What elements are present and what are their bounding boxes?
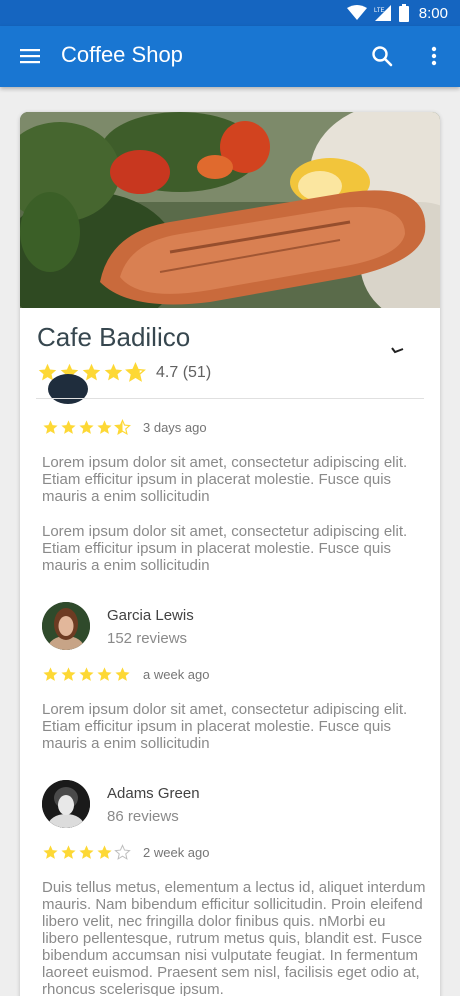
reviewer-name[interactable]: Adams Green <box>107 785 200 802</box>
review-meta: 2 week ago <box>42 844 210 861</box>
more-vert-icon <box>431 46 437 66</box>
hero-food-image <box>20 112 440 308</box>
star-icon <box>61 845 76 859</box>
review-rating-stars <box>42 844 131 861</box>
more-options-button[interactable] <box>422 44 446 68</box>
star-half-icon <box>114 419 131 436</box>
search-icon <box>372 46 393 67</box>
star-icon <box>97 420 112 434</box>
divider <box>36 398 424 399</box>
app-title: Coffee Shop <box>61 42 183 67</box>
review-text: Lorem ipsum dolor sit amet, consectetur … <box>42 454 408 505</box>
star-icon <box>115 667 130 681</box>
reviewer-name[interactable]: Garcia Lewis <box>107 607 194 624</box>
review-text: Lorem ipsum dolor sit amet, consectetur … <box>42 523 408 574</box>
star-icon <box>61 667 76 681</box>
avatar <box>42 780 90 828</box>
status-icons: LTE 8:00 <box>346 4 448 22</box>
review-time: 3 days ago <box>143 420 207 435</box>
star-icon <box>43 667 58 681</box>
star-icon <box>97 845 112 859</box>
star-icon <box>79 420 94 434</box>
star-icon <box>79 845 94 859</box>
star-half-icon <box>125 362 146 382</box>
review-meta: a week ago <box>42 666 210 683</box>
review-time: a week ago <box>143 667 210 682</box>
review-rating-stars <box>42 419 131 436</box>
menu-icon <box>20 49 40 64</box>
review-meta: 3 days ago <box>42 419 207 436</box>
place-card: Cafe Badilico 4.7 (51) 3 days ago Lorem … <box>20 112 440 996</box>
battery-icon <box>398 4 409 22</box>
status-bar: LTE 8:00 <box>0 0 460 26</box>
star-outline-icon <box>114 844 131 860</box>
star-icon <box>43 845 58 859</box>
search-button[interactable] <box>370 44 394 68</box>
wifi-icon <box>346 5 367 20</box>
place-rating-text: 4.7 (51) <box>156 363 212 381</box>
collapse-toggle[interactable] <box>386 338 410 362</box>
star-icon <box>79 667 94 681</box>
place-name: Cafe Badilico <box>37 322 191 352</box>
review-text: Lorem ipsum dolor sit amet, consectetur … <box>42 701 408 752</box>
app-bar: Coffee Shop <box>0 26 460 87</box>
star-icon <box>61 420 76 434</box>
signal-icon: LTE <box>374 5 391 21</box>
star-icon <box>97 667 112 681</box>
avatar <box>42 602 90 650</box>
review-text: Duis tellus metus, elementum a lectus id… <box>42 879 426 996</box>
avatar <box>48 374 88 404</box>
reviewer-review-count: 86 reviews <box>107 808 179 825</box>
status-time: 8:00 <box>418 4 448 22</box>
star-icon <box>104 363 123 381</box>
reviewer-review-count: 152 reviews <box>107 630 188 647</box>
chevron-down-icon <box>391 347 404 354</box>
review-time: 2 week ago <box>143 845 210 860</box>
star-icon <box>43 420 58 434</box>
network-type-label: LTE <box>374 8 385 14</box>
menu-button[interactable] <box>18 44 42 68</box>
review-rating-stars <box>42 666 131 683</box>
